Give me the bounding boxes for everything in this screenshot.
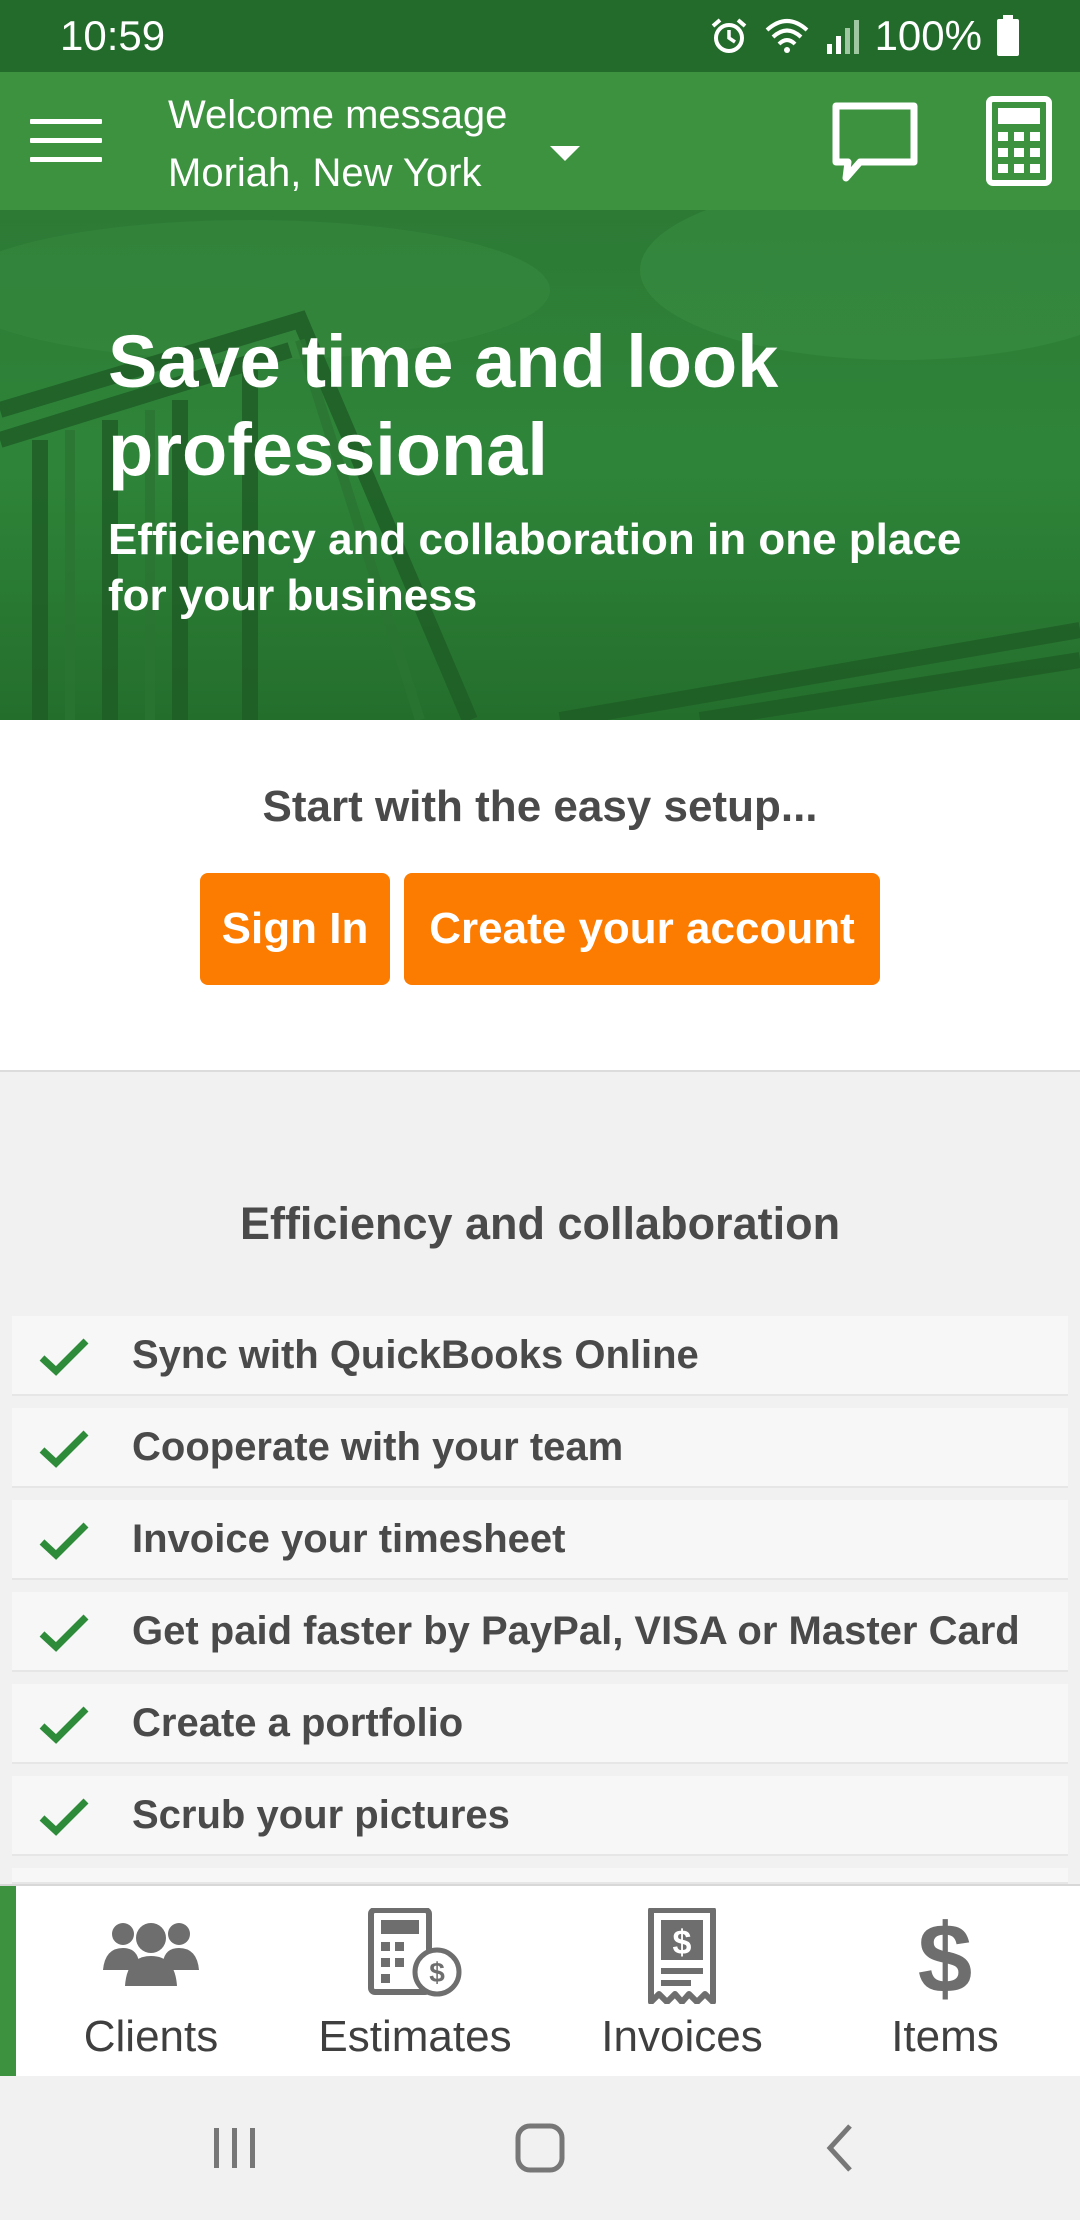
dropdown-caret-icon xyxy=(550,146,580,161)
feature-item: Cooperate with your team xyxy=(12,1408,1068,1488)
create-account-button[interactable]: Create your account xyxy=(404,873,880,985)
hero-title: Save time and look professional xyxy=(108,320,779,491)
recent-apps-icon[interactable] xyxy=(210,2116,260,2180)
nav-label: Estimates xyxy=(318,2012,512,2061)
active-indicator xyxy=(0,1886,16,2078)
feature-item: Get paid faster by PayPal, VISA or Maste… xyxy=(12,1592,1068,1672)
svg-text:$: $ xyxy=(918,1908,973,2004)
location-selector[interactable]: Welcome message Moriah, New York xyxy=(168,86,580,202)
chat-icon[interactable] xyxy=(830,98,920,188)
clients-icon xyxy=(103,1923,199,1986)
bottom-navigation: Clients $ Estimates $ Invoices $ Items xyxy=(0,1884,1080,2078)
battery-icon xyxy=(997,15,1019,56)
home-icon[interactable] xyxy=(510,2116,570,2180)
nav-estimates[interactable]: $ Estimates xyxy=(280,1886,550,2078)
battery-percent: 100% xyxy=(874,12,982,59)
estimates-icon: $ xyxy=(368,1908,462,1997)
check-icon xyxy=(39,1706,89,1744)
feature-text: Cooperate with your team xyxy=(132,1424,624,1469)
feature-item-partial xyxy=(12,1868,1068,1884)
feature-item: Create a portfolio xyxy=(12,1684,1068,1764)
system-navigation-bar xyxy=(0,2076,1080,2220)
feature-item: Scrub your pictures xyxy=(12,1776,1068,1856)
setup-prompt: Start with the easy setup... xyxy=(262,782,818,831)
status-time: 10:59 xyxy=(60,12,166,59)
back-icon[interactable] xyxy=(820,2116,860,2180)
location-subtitle: Moriah, New York xyxy=(168,151,482,195)
nav-invoices[interactable]: $ Invoices xyxy=(547,1886,817,2078)
nav-label: Clients xyxy=(83,2012,219,2061)
signal-icon xyxy=(826,20,859,54)
feature-item: Invoice your timesheet xyxy=(12,1500,1068,1580)
svg-text:$: $ xyxy=(673,1924,692,1962)
feature-text: Create a portfolio xyxy=(132,1700,464,1745)
feature-text: Get paid faster by PayPal, VISA or Maste… xyxy=(132,1608,1020,1653)
svg-text:$: $ xyxy=(429,1957,445,1988)
wifi-icon xyxy=(765,19,808,53)
check-icon xyxy=(39,1338,89,1376)
check-icon xyxy=(39,1798,89,1836)
status-icons: 100% xyxy=(709,10,1020,62)
check-icon xyxy=(39,1522,89,1560)
invoices-icon: $ xyxy=(648,1908,716,2004)
check-icon xyxy=(39,1430,89,1468)
location-title: Welcome message xyxy=(168,93,508,137)
feature-text: Invoice your timesheet xyxy=(132,1516,566,1561)
nav-items[interactable]: $ Items xyxy=(810,1886,1080,2078)
app-bar: Welcome message Moriah, New York xyxy=(0,72,1080,210)
setup-section: Start with the easy setup... Sign In Cre… xyxy=(0,720,1080,1072)
hero-subtitle: Efficiency and collaboration in one plac… xyxy=(108,515,962,620)
status-bar: 10:59 100% xyxy=(0,0,1080,72)
check-icon xyxy=(39,1614,89,1652)
dollar-icon: $ xyxy=(918,1908,973,2004)
nav-label: Invoices xyxy=(601,2012,763,2061)
features-title: Efficiency and collaboration xyxy=(239,1198,841,1249)
alarm-icon xyxy=(711,18,746,53)
feature-item: Sync with QuickBooks Online xyxy=(12,1316,1068,1396)
menu-icon[interactable] xyxy=(30,119,102,165)
hero-banner: Save time and look professional Efficien… xyxy=(0,210,1080,720)
nav-label: Items xyxy=(891,2012,999,2061)
nav-clients[interactable]: Clients xyxy=(16,1886,286,2078)
feature-text: Sync with QuickBooks Online xyxy=(132,1332,699,1377)
sign-in-button[interactable]: Sign In xyxy=(200,873,390,985)
feature-text: Scrub your pictures xyxy=(132,1792,510,1837)
calculator-icon[interactable] xyxy=(986,96,1052,186)
